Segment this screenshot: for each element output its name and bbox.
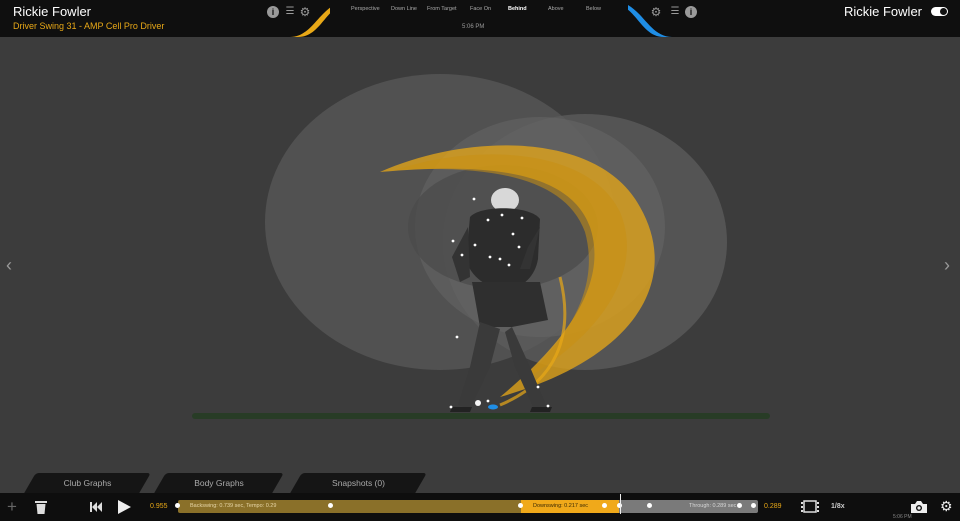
- player-name-left[interactable]: Rickie Fowler: [13, 4, 91, 19]
- club-head: [488, 404, 498, 410]
- view-tab-below[interactable]: Below: [586, 6, 601, 12]
- playhead[interactable]: [620, 494, 621, 514]
- swing-plane-render: [265, 74, 727, 412]
- gear-icon[interactable]: ⚙: [650, 6, 662, 18]
- playback-speed[interactable]: 1/8x: [831, 503, 845, 510]
- tab-club-graphs[interactable]: Club Graphs: [24, 473, 151, 493]
- header-time: 5:06 PM: [462, 24, 485, 30]
- timeline-marker[interactable]: [175, 503, 180, 508]
- timeline-start-value: 0.955: [150, 503, 168, 510]
- view-tab-behind[interactable]: Behind: [508, 6, 527, 12]
- golf-ball: [475, 400, 481, 406]
- tab-club-graphs-label: Club Graphs: [63, 478, 112, 488]
- tab-body-graphs[interactable]: Body Graphs: [154, 473, 284, 493]
- downswing-label: Downswing: 0.217 sec: [533, 503, 589, 509]
- view-tab-face-on[interactable]: Face On: [470, 6, 491, 12]
- skip-to-start-icon[interactable]: [90, 502, 103, 512]
- view-tab-perspective[interactable]: Perspective: [351, 6, 380, 12]
- list-icon[interactable]: ☰: [669, 6, 681, 18]
- timeline-marker[interactable]: [602, 503, 607, 508]
- info-icon[interactable]: i: [267, 6, 279, 18]
- header-bar: Rickie Fowler Driver Swing 31 - AMP Cell…: [0, 0, 960, 37]
- tab-snapshots[interactable]: Snapshots (0): [290, 473, 427, 493]
- fullscreen-film-icon[interactable]: [801, 500, 819, 513]
- view-selector: Perspective Down Line From Target Face O…: [330, 0, 628, 20]
- swing-title[interactable]: Driver Swing 31 - AMP Cell Pro Driver: [13, 21, 164, 31]
- bottom-time: 5:06 PM: [893, 514, 912, 520]
- timeline-marker[interactable]: [737, 503, 742, 508]
- view-tab-from-target[interactable]: From Target: [427, 6, 457, 12]
- backswing-label: Backswing: 0.739 sec, Tempo: 0.29: [190, 503, 277, 509]
- timeline-end-value: 0.289: [764, 503, 782, 510]
- info-icon[interactable]: i: [685, 6, 697, 18]
- camera-icon[interactable]: [911, 501, 927, 513]
- view-tab-above[interactable]: Above: [548, 6, 564, 12]
- gear-icon[interactable]: ⚙: [940, 498, 953, 515]
- trash-icon[interactable]: [35, 500, 47, 514]
- next-swing-arrow[interactable]: ›: [944, 255, 950, 276]
- timeline-marker[interactable]: [751, 503, 756, 508]
- swing-viewport[interactable]: ‹ ›: [0, 37, 960, 470]
- backswing-segment[interactable]: Backswing: 0.739 sec, Tempo: 0.29: [178, 500, 521, 513]
- previous-swing-arrow[interactable]: ‹: [6, 255, 12, 276]
- timeline-marker[interactable]: [518, 503, 523, 508]
- tab-snapshots-label: Snapshots (0): [332, 478, 385, 488]
- view-tab-down-line[interactable]: Down Line: [391, 6, 417, 12]
- tab-body-graphs-label: Body Graphs: [194, 478, 244, 488]
- player-name-right[interactable]: Rickie Fowler: [844, 4, 922, 19]
- timeline-marker[interactable]: [328, 503, 333, 508]
- ground-plane: [192, 413, 770, 419]
- compare-toggle[interactable]: [931, 7, 948, 16]
- add-icon[interactable]: +: [7, 497, 17, 517]
- play-icon[interactable]: [118, 500, 131, 514]
- timeline-marker[interactable]: [647, 503, 652, 508]
- through-label: Through: 0.289 sec: [689, 503, 737, 509]
